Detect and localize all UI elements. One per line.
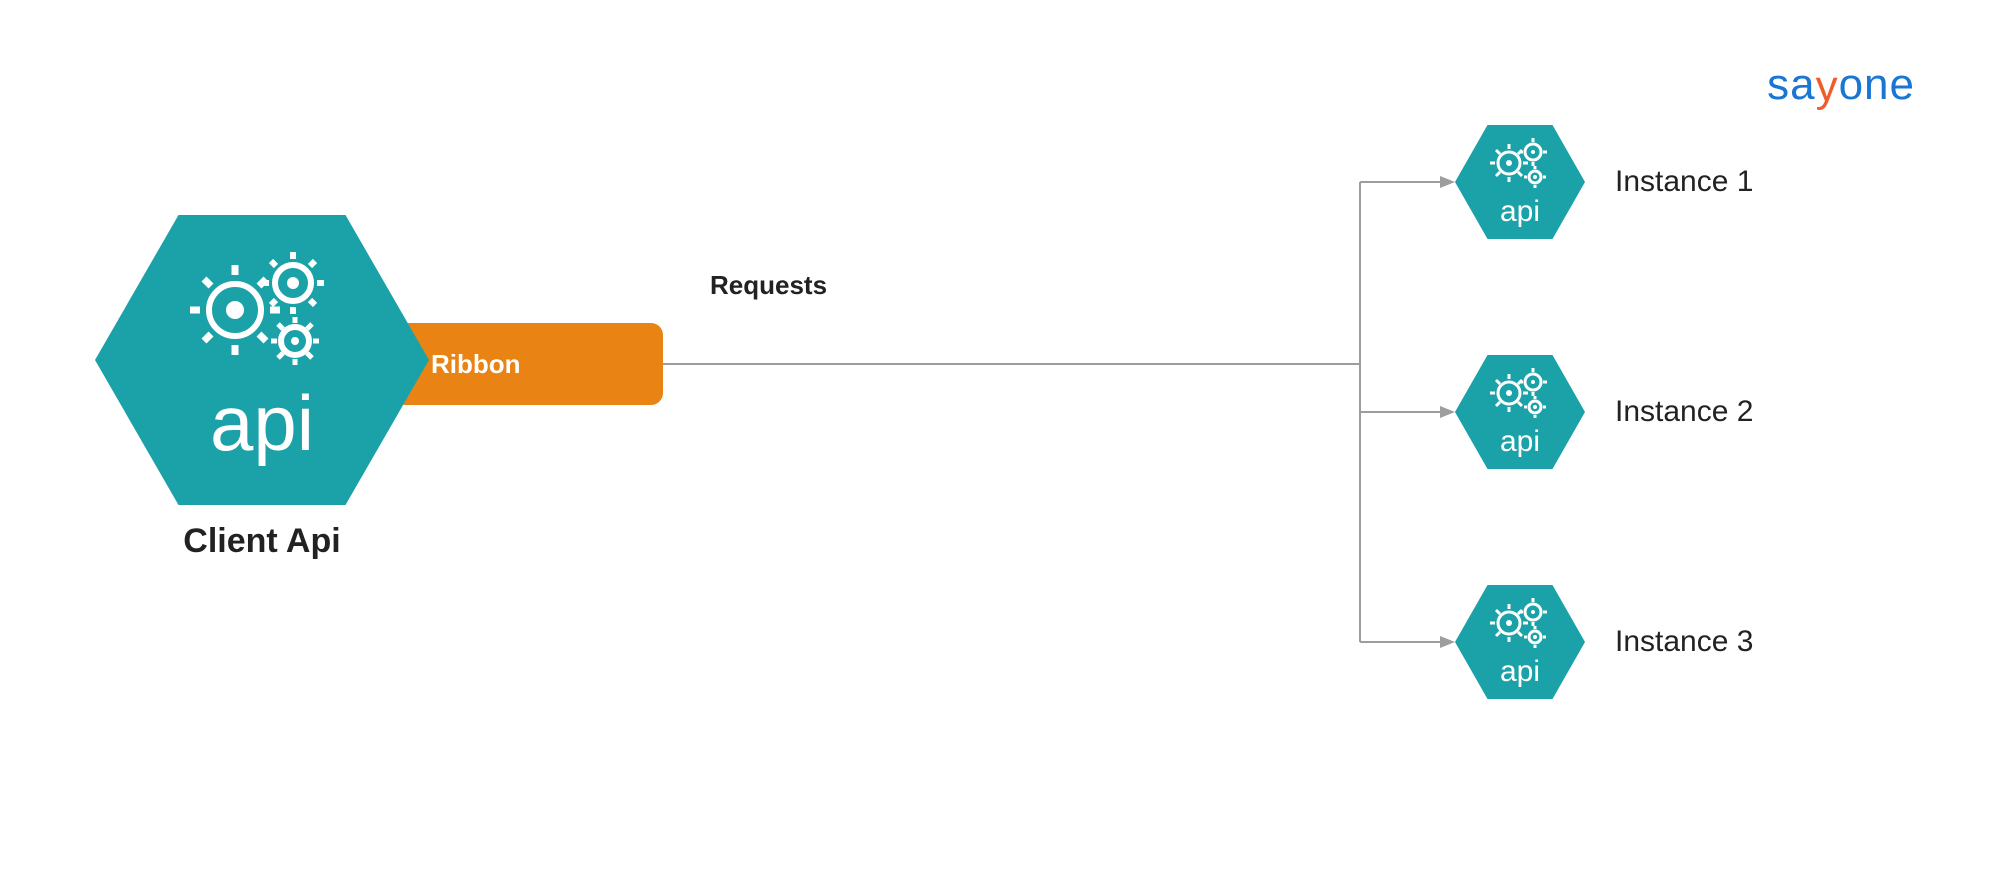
instance-hex-text: api	[1500, 425, 1540, 458]
instance-hex-text: api	[1500, 195, 1540, 228]
ribbon-label: Ribbon	[431, 349, 521, 380]
logo-text-part2: one	[1839, 60, 1915, 109]
requests-label: Requests	[710, 270, 827, 301]
logo-text-part1: sa	[1767, 60, 1815, 109]
instance-1-hexagon: api	[1455, 125, 1585, 239]
instance-1-label: Instance 1	[1615, 165, 1753, 199]
instance-hex-text: api	[1500, 655, 1540, 688]
instance-2-label: Instance 2	[1615, 395, 1753, 429]
instance-3-hexagon: api	[1455, 585, 1585, 699]
instance-3-label: Instance 3	[1615, 625, 1753, 659]
client-api-label: Client Api	[95, 522, 429, 561]
client-hex-text: api	[210, 379, 314, 467]
logo-accent: y	[1816, 62, 1839, 112]
brand-logo: sayone	[1767, 60, 1915, 110]
ribbon-box: Ribbon	[393, 323, 663, 405]
instance-2-hexagon: api	[1455, 355, 1585, 469]
client-api-hexagon: api	[95, 215, 429, 505]
